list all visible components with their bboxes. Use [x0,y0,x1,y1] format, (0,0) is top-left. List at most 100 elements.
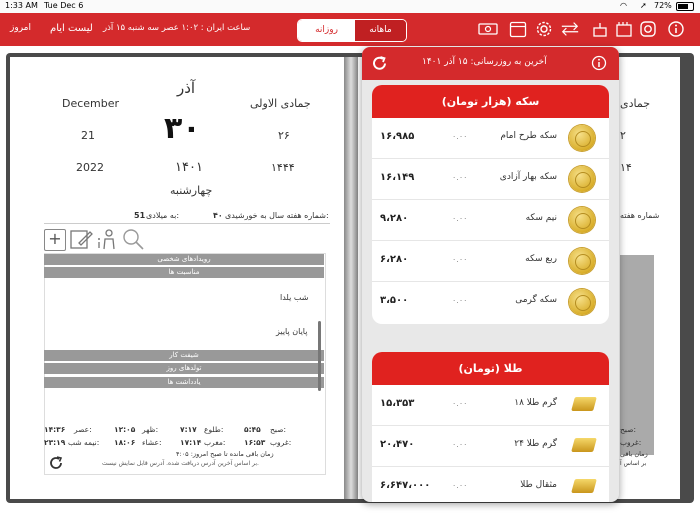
edit-note-icon[interactable] [70,228,94,250]
info-icon[interactable] [666,19,686,39]
section-occasions[interactable]: مناسبت ها [44,267,324,278]
price-change: ۰.۰۰ [452,296,468,305]
price-name: سکه گرمی [515,295,557,305]
convert-icon[interactable] [560,19,580,39]
price-value: ۹،۲۸۰ [380,213,409,224]
price-row[interactable]: ۹،۲۸۰ ۰.۰۰ نیم سکه [372,200,609,241]
person-info-icon[interactable] [96,228,118,250]
prayer-value: ۷:۱۷ [180,425,197,434]
prayer-value: ۲۳:۱۹ [44,438,66,447]
price-row[interactable]: ۱۵،۳۵۳ ۰.۰۰ گرم طلا ۱۸ [372,385,609,426]
price-change: ۰.۰۰ [452,481,468,490]
status-battery: 72% [654,1,672,10]
price-name: نیم سکه [525,213,557,223]
address-note: بر اساس آخرین آدرس دریافت شده. آدرس قابل… [102,460,259,467]
gold-coin-icon [569,289,595,315]
gregorian-month: December [62,97,120,110]
gold-coin-icon [569,125,595,151]
view-segment: روزانه ماهانه [297,19,407,42]
prayer-partial: صبح: [620,425,637,434]
prayer-label: طلوع: [204,425,224,434]
price-value: ۱۵،۳۵۳ [380,398,415,409]
last-update: آخرین به روزرسانی: ۱۵ آذر ۱۴۰۱ [422,57,547,67]
persian-weekday: چهارشنبه [170,184,213,197]
hijri-month-partial: جمادی [620,97,651,110]
section-personal-events[interactable]: رویدادهای شخصی [44,254,324,265]
today-button[interactable]: امروز [10,23,31,33]
instagram-icon[interactable] [638,19,658,39]
status-time: 1:33 AM [5,1,38,10]
scrollbar[interactable] [318,321,321,391]
price-row[interactable]: ۳،۵۰۰ ۰.۰۰ سکه گرمی [372,282,609,322]
prayer-label: صبح: [270,425,287,434]
prayer-label: عشاء: [142,438,162,447]
week-partial: شماره هفته [620,211,660,220]
coin-card: سکه (هزار تومان) ۱۶،۹۸۵ ۰.۰۰ سکه طرح اما… [372,85,609,324]
persian-week-label: شماره هفته سال به خورشیدی: [225,211,329,220]
price-row[interactable]: ۶،۶۴۷،۰۰۰ ۰.۰۰ مثقال طلا [372,467,609,502]
price-name: مثقال طلا [520,480,557,490]
price-name: ربع سکه [525,254,557,264]
persian-week-value: ۴۰ [213,211,223,220]
price-row[interactable]: ۶،۲۸۰ ۰.۰۰ ربع سکه [372,241,609,282]
price-change: ۰.۰۰ [452,132,468,141]
prayer-label: نیمه شب: [68,438,100,447]
gear-icon[interactable] [534,19,554,39]
divider [44,223,330,224]
hijri-year: ۱۴۴۴ [271,161,295,174]
events-icon[interactable] [614,19,634,39]
year-partial: ۱۴ [620,161,632,174]
gregorian-year: 2022 [76,161,104,174]
day-partial: ۲ [620,129,626,142]
prayer-partial: بر اساس آ [620,460,647,467]
wifi-icon: ◠ [620,1,627,10]
price-value: ۶،۶۴۷،۰۰۰ [380,480,431,491]
price-change: ۰.۰۰ [452,440,468,449]
refresh-icon[interactable] [48,455,64,471]
prayer-value: ۱۴:۳۶ [44,425,66,434]
gold-bar-icon [571,397,597,411]
nav-bar: امروز لیست ایام ساعت ایران : ۱:۰۲ عصر سه… [0,13,700,46]
gregorian-week-label: به میلادی: [146,211,180,220]
calendar-icon[interactable] [508,19,528,39]
coin-card-title: سکه (هزار تومان) [372,85,609,118]
price-row[interactable]: ۲۰،۴۷۰ ۰.۰۰ گرم طلا ۲۴ [372,426,609,467]
price-value: ۱۶،۹۸۵ [380,131,415,142]
price-row[interactable]: ۱۶،۱۴۹ ۰.۰۰ سکه بهار آزادی [372,159,609,200]
status-bar: 1:33 AM Tue Dec 6 ◠ ➚ 72% [0,0,700,13]
section-work-shift[interactable]: شیفت کار [44,350,324,361]
iran-clock: ساعت ایران : ۱:۰۲ عصر سه شنبه ۱۵ آذر [103,23,251,33]
price-name: گرم طلا ۲۴ [514,439,557,449]
price-name: سکه بهار آزادی [499,172,557,182]
tab-monthly[interactable]: ماهانه [355,20,406,41]
gold-bar-icon [571,479,597,493]
section-notes[interactable]: یادداشت ها [44,377,324,388]
gold-price-popover: آخرین به روزرسانی: ۱۵ آذر ۱۴۰۱ سکه (هزار… [362,47,619,502]
price-name: گرم طلا ۱۸ [514,398,557,408]
info-icon[interactable] [591,55,607,71]
section-birthdays[interactable]: تولدهای روز [44,363,324,374]
search-icon[interactable] [122,228,144,250]
tab-daily[interactable]: روزانه [298,20,355,41]
gregorian-week-value: 51 [134,211,146,220]
prayer-value: ۱۲:۰۵ [114,425,136,434]
book-spine [344,57,358,499]
prayer-label: عصر: [74,425,92,434]
days-list-button[interactable]: لیست ایام [50,23,93,34]
add-icon[interactable]: + [44,229,66,251]
price-change: ۰.۰۰ [452,214,468,223]
price-row[interactable]: ۱۶،۹۸۵ ۰.۰۰ سکه طرح امام [372,118,609,159]
gold-card-title: طلا (تومان) [372,352,609,385]
birthday-cake-icon[interactable] [590,19,610,39]
price-change: ۰.۰۰ [452,173,468,182]
currency-icon[interactable] [478,19,498,39]
refresh-icon[interactable] [371,55,388,72]
prayer-partial: غروب: [620,438,642,447]
persian-year: ۱۴۰۱ [175,160,203,175]
prayer-partial: زمان باقی [620,450,648,458]
occasion-item: پایان پاییز [276,327,308,336]
price-change: ۰.۰۰ [452,399,468,408]
persian-month: آذر [177,79,196,97]
price-name: سکه طرح امام [500,131,557,141]
left-page: December 21 2022 آذر ۳۰ ۱۴۰۱ چهارشنبه جم… [10,57,344,499]
